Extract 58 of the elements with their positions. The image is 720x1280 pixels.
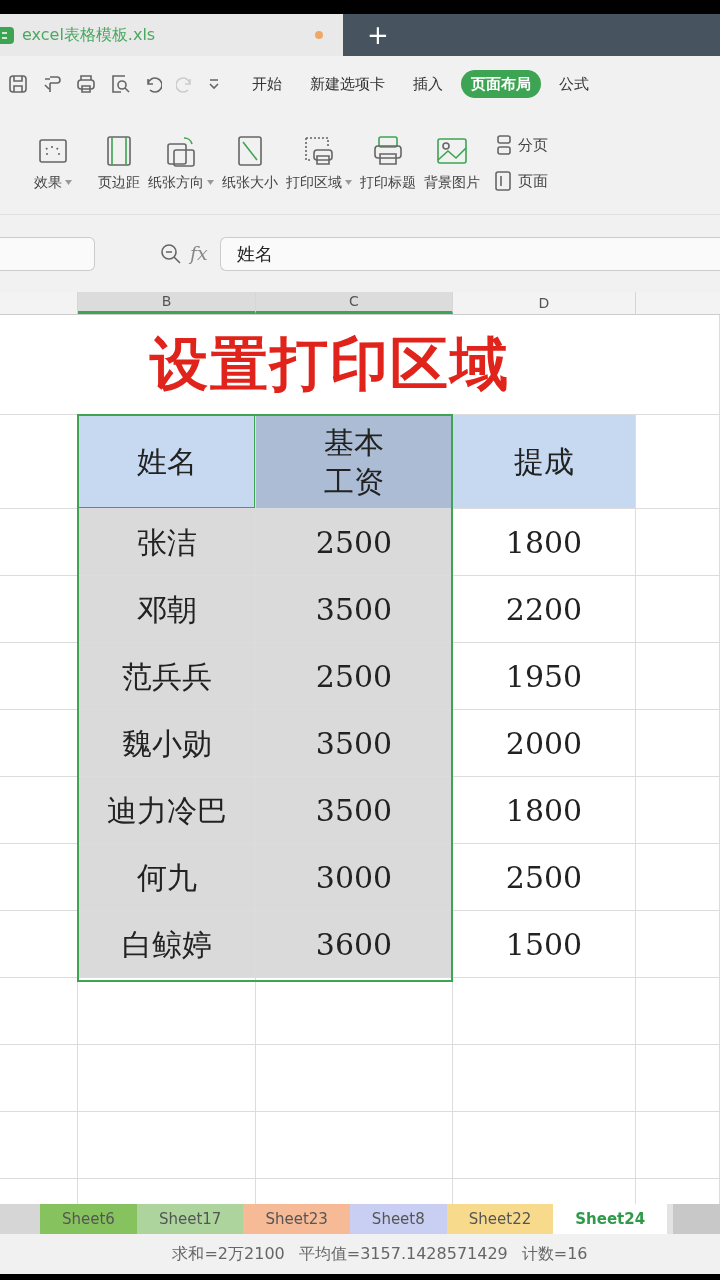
formula-field[interactable]: 姓名 (219, 236, 720, 271)
sheet-title: 设置打印区域 (150, 329, 510, 400)
ribbon-button[interactable]: 背景图片 (420, 133, 484, 193)
dropdown-icon[interactable] (208, 78, 220, 90)
table-cell: 邓朝 (78, 576, 256, 642)
header-cell: 基本工资 (256, 415, 453, 508)
column-header[interactable]: C (256, 292, 453, 314)
zoom-icon[interactable] (160, 242, 182, 265)
preview-icon[interactable] (110, 74, 130, 94)
brush-icon[interactable] (42, 74, 62, 94)
table-cell: 2500 (256, 509, 453, 575)
spreadsheet-icon (0, 25, 16, 45)
menu-tab[interactable]: 公式 (549, 69, 599, 99)
sheet-tab[interactable]: Sheet23 (243, 1204, 350, 1234)
header-cell: 姓名 (78, 415, 256, 508)
file-name: excel表格模板.xls (22, 24, 157, 46)
table-cell: 张洁 (78, 509, 256, 575)
menu-tab[interactable]: 开始 (242, 69, 292, 99)
ribbon-button[interactable]: 纸张方向 (144, 133, 218, 193)
split-icon (494, 133, 512, 156)
print-icon[interactable] (76, 74, 96, 94)
table-cell: 迪力冷巴 (78, 777, 256, 843)
table-cell: 3600 (256, 911, 453, 977)
sheet-tab[interactable]: Sheet8 (349, 1204, 447, 1234)
column-header[interactable]: B (78, 292, 256, 314)
ribbon-button[interactable]: 打印区域 (282, 133, 356, 193)
header-cell: 提成 (453, 415, 636, 508)
table-cell: 魏小勋 (78, 710, 256, 776)
sheet-tab[interactable]: Sheet24 (553, 1204, 668, 1234)
table-cell: 白鲸婷 (78, 911, 256, 977)
status-text: 计数=16 (521, 1243, 588, 1265)
page-icon (494, 170, 512, 193)
ribbon-button[interactable]: 页面 (494, 170, 548, 193)
ribbon-button[interactable]: 效果 (30, 133, 76, 193)
table-cell: 2500 (256, 643, 453, 709)
save-icon[interactable] (8, 74, 28, 94)
ribbon-button[interactable]: 打印标题 (356, 133, 420, 193)
sheet-tab[interactable]: Sheet22 (446, 1204, 554, 1234)
ribbon-button[interactable]: 分页 (494, 133, 548, 156)
sheet-tab[interactable]: Sheet17 (136, 1204, 244, 1234)
table-cell: 3000 (256, 844, 453, 910)
menu-tab[interactable]: 插入 (403, 69, 453, 99)
status-text: 求和=2万2100 (172, 1243, 285, 1265)
undo-icon[interactable] (144, 75, 162, 93)
sheet-nav-area (0, 1204, 40, 1234)
table-cell: 3500 (256, 710, 453, 776)
status-text: 平均值=3157.1428571429 (298, 1243, 508, 1265)
sheet-tab[interactable]: Sheet6 (40, 1204, 137, 1234)
ribbon-button[interactable]: 页边距 (94, 133, 144, 193)
ribbon-button[interactable]: 纸张大小 (218, 133, 282, 193)
table-cell: 何九 (78, 844, 256, 910)
table-cell: 3500 (256, 777, 453, 843)
menu-tab[interactable]: 新建选项卡 (300, 69, 395, 99)
table-cell: 范兵兵 (78, 643, 256, 709)
new-tab-button[interactable]: + (363, 22, 393, 48)
table-cell: 3500 (256, 576, 453, 642)
ribbon-icon (371, 133, 405, 168)
column-header[interactable]: D (453, 292, 636, 314)
